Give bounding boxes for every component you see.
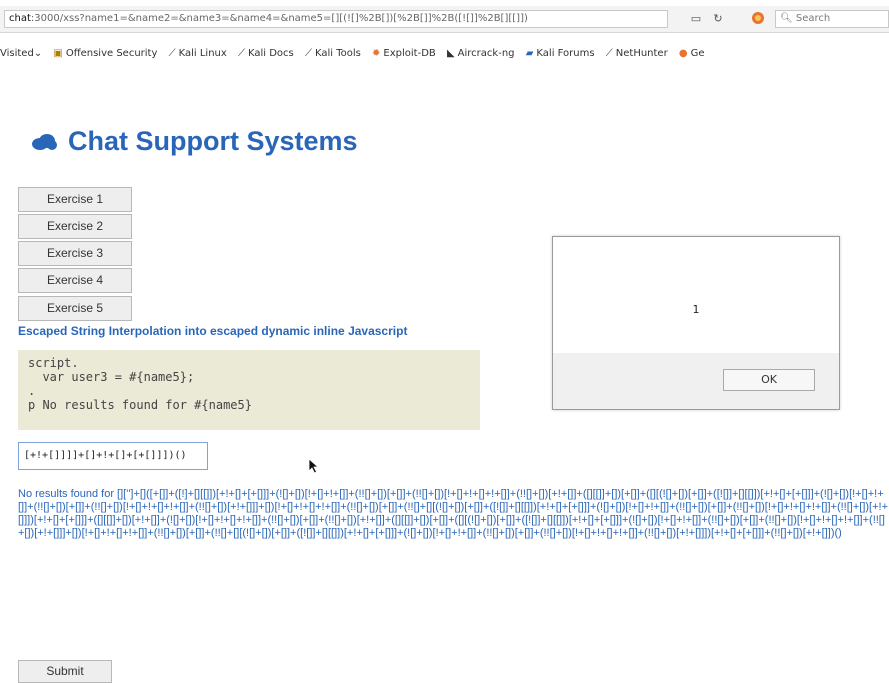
bookmark-aircrack-ng[interactable]: ◣ Aircrack-ng bbox=[447, 44, 515, 64]
code-line: script. bbox=[28, 356, 79, 370]
bookmark-nethunter[interactable]: ⟋ NetHunter bbox=[606, 44, 668, 64]
mouse-cursor-icon bbox=[308, 458, 320, 474]
search-input[interactable]: 🔍︎ Search bbox=[775, 10, 889, 28]
forums-icon: ▰ bbox=[525, 48, 534, 59]
bookmarks-toolbar: Visited⌄ ▣ Offensive Security ⟋ Kali Linux… bbox=[0, 44, 889, 64]
browser-toolbar: chat:3000/xss?name1=&name2=&name3=&name4… bbox=[0, 6, 889, 33]
url-host: chat bbox=[9, 13, 31, 24]
bookmark-kali-docs[interactable]: ⟋ Kali Docs bbox=[238, 44, 294, 64]
url-bar[interactable]: chat:3000/xss?name1=&name2=&name3=&name4… bbox=[4, 10, 668, 28]
offsec-icon: ▣ bbox=[53, 48, 63, 59]
alert-ok-button[interactable]: OK bbox=[723, 369, 815, 391]
aircrack-icon: ◣ bbox=[446, 48, 455, 59]
exercise-2-button[interactable]: Exercise 2 bbox=[18, 214, 132, 239]
search-result-text: No results found for []['']+[]([+[]]+([!… bbox=[18, 488, 888, 539]
page-title: Chat Support Systems bbox=[30, 126, 358, 157]
reader-view-icon[interactable]: ▭ bbox=[686, 11, 706, 27]
chevron-down-icon: ⌄ bbox=[33, 48, 43, 59]
url-path: :3000/xss?name1=&name2=&name3=&name4=&na… bbox=[30, 13, 528, 24]
reload-icon[interactable]: ↻ bbox=[708, 11, 728, 27]
code-block: script. var user3 = #{name5}; . p No res… bbox=[18, 350, 480, 430]
exercise-1-button[interactable]: Exercise 1 bbox=[18, 187, 132, 212]
cloud-icon bbox=[32, 134, 57, 150]
page-title-text: Chat Support Systems bbox=[68, 126, 358, 156]
alert-footer: OK bbox=[553, 353, 839, 409]
exercise-heading: Escaped String Interpolation into escape… bbox=[18, 324, 408, 338]
code-line: . bbox=[28, 384, 36, 398]
code-line: p No results found for #{name5} bbox=[28, 398, 252, 412]
name5-input[interactable]: [+!+[]]]]+[]+!+[]+[+[]]])() bbox=[18, 442, 208, 470]
exploit-db-icon: ✹ bbox=[372, 48, 381, 59]
bookmark-kali-forums[interactable]: ▰ Kali Forums bbox=[526, 44, 595, 64]
alert-message: 1 bbox=[692, 303, 700, 316]
bookmark-offensive-security[interactable]: ▣ Offensive Security bbox=[53, 44, 157, 64]
browser-logo-icon[interactable] bbox=[748, 11, 768, 27]
bookmark-visited[interactable]: Visited⌄ bbox=[0, 44, 42, 64]
alert-dialog: 1 OK bbox=[552, 236, 840, 410]
bookmark-exploit-db[interactable]: ✹ Exploit-DB bbox=[372, 44, 436, 64]
kali-dragon-icon: ⟋ bbox=[237, 48, 245, 59]
exercise-3-button[interactable]: Exercise 3 bbox=[18, 241, 132, 266]
bookmark-kali-tools[interactable]: ⟋ Kali Tools bbox=[305, 44, 361, 64]
bookmark-ge[interactable]: ● Ge bbox=[679, 44, 705, 64]
bookmark-kali-linux[interactable]: ⟋ Kali Linux bbox=[169, 44, 227, 64]
ge-icon: ● bbox=[678, 48, 688, 59]
kali-dragon-icon: ⟋ bbox=[168, 48, 176, 59]
search-icon: 🔍︎ bbox=[780, 13, 793, 24]
exercise-4-button[interactable]: Exercise 4 bbox=[18, 268, 132, 293]
submit-button[interactable]: Submit bbox=[18, 660, 112, 683]
kali-dragon-icon: ⟋ bbox=[605, 48, 613, 59]
kali-dragon-icon: ⟋ bbox=[304, 48, 312, 59]
search-placeholder: Search bbox=[795, 13, 831, 24]
exercise-5-button[interactable]: Exercise 5 bbox=[18, 296, 132, 321]
code-line: var user3 = #{name5}; bbox=[28, 370, 195, 384]
